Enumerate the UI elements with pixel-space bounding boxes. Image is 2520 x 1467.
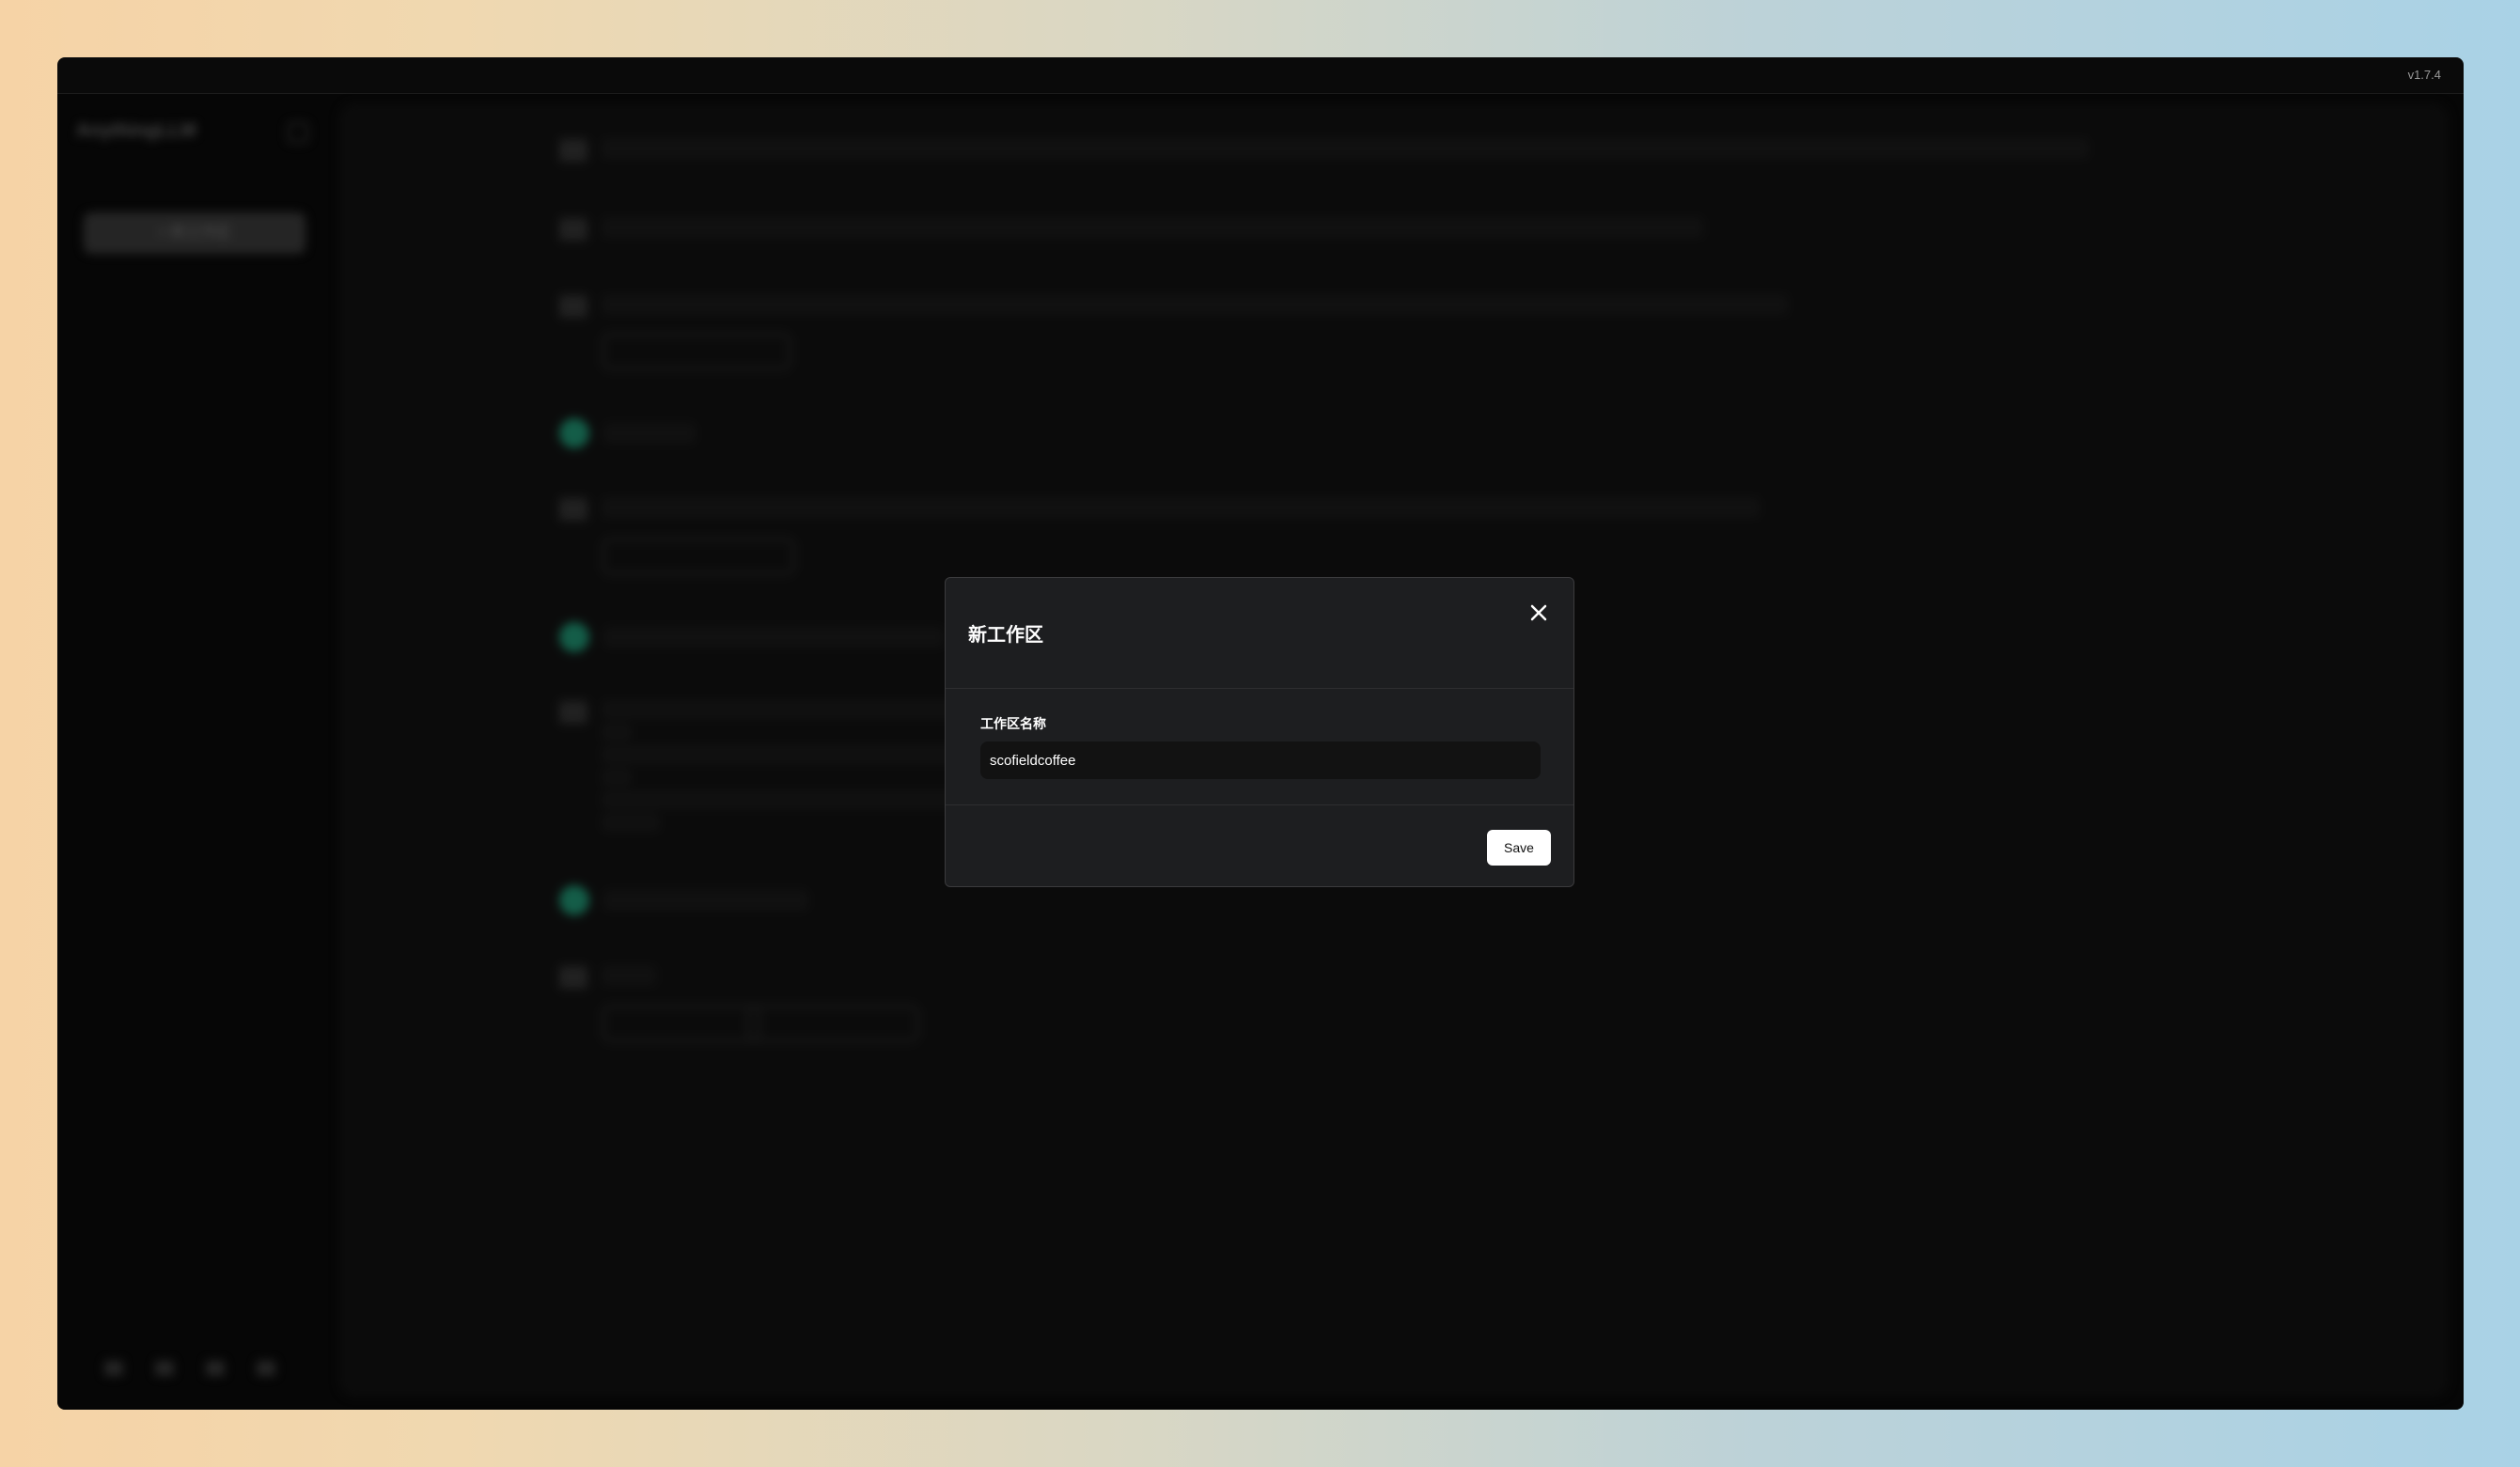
workspace-name-input[interactable] (980, 741, 1541, 779)
dialog-footer: Save (946, 805, 1573, 888)
close-button[interactable] (1523, 597, 1555, 629)
title-bar: v1.7.4 (57, 57, 2464, 94)
dialog-body: 工作区名称 (946, 689, 1573, 805)
dialog-title: 新工作区 (968, 625, 1043, 646)
close-icon (1530, 604, 1547, 621)
dialog-header: 新工作区 (946, 578, 1573, 689)
save-button[interactable]: Save (1487, 830, 1551, 866)
new-workspace-dialog: 新工作区 工作区名称 Save (945, 577, 1574, 887)
version-label: v1.7.4 (2407, 68, 2441, 82)
workspace-name-label: 工作区名称 (980, 716, 1046, 731)
